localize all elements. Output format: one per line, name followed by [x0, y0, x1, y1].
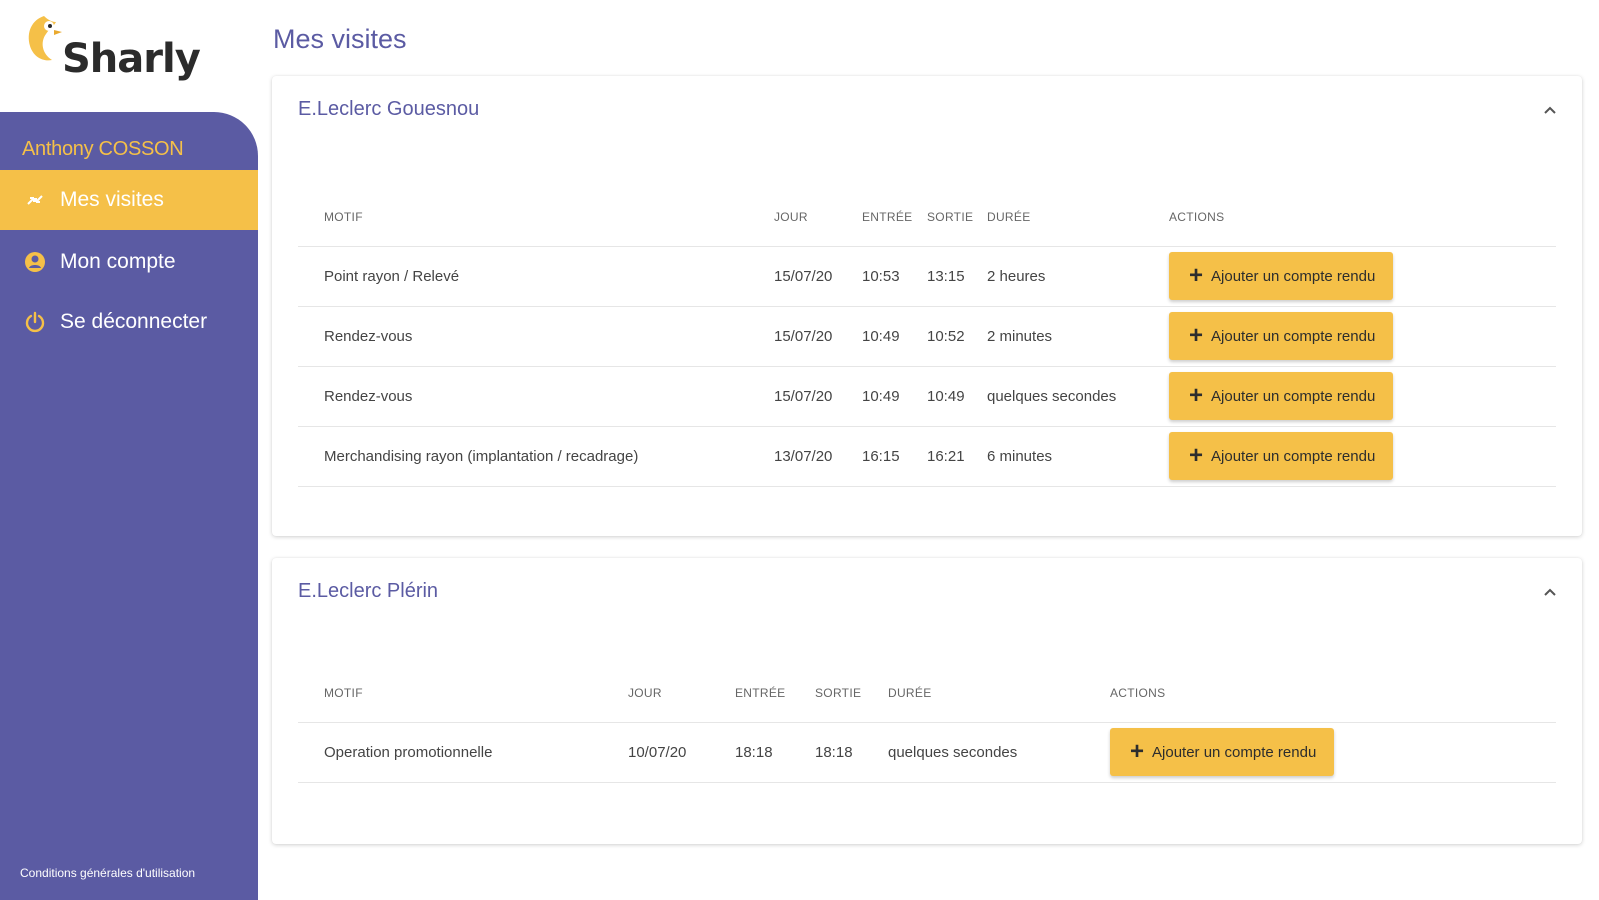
power-icon — [24, 311, 46, 333]
cell-duree: 2 minutes — [987, 306, 1169, 367]
column-header-entree: Entrée — [735, 664, 815, 723]
cell-jour: 10/07/20 — [628, 722, 735, 783]
add-report-label: Ajouter un compte rendu — [1152, 743, 1317, 761]
cell-motif: Point rayon / Relevé — [298, 246, 774, 307]
cell-sortie: 16:21 — [927, 426, 987, 487]
column-header-jour: Jour — [774, 188, 862, 247]
add-report-label: Ajouter un compte rendu — [1211, 387, 1376, 405]
cell-motif: Rendez-vous — [298, 366, 774, 427]
store-panel: E.Leclerc Plérin Motif Jour Entrée Sorti… — [272, 558, 1582, 844]
add-report-button[interactable]: + Ajouter un compte rendu — [1169, 432, 1394, 480]
visits-table: Motif Jour Entrée Sortie Durée Actions O… — [298, 664, 1556, 783]
app-root: Sharly Anthony COSSON Mes visites Mon co… — [0, 0, 1599, 900]
sidebar-item-se-deconnecter[interactable]: Se déconnecter — [0, 292, 258, 352]
cell-duree: 6 minutes — [987, 426, 1169, 487]
cell-sortie: 13:15 — [927, 246, 987, 307]
add-report-label: Ajouter un compte rendu — [1211, 447, 1376, 465]
cell-entree: 16:15 — [862, 426, 927, 487]
table-header-row: Motif Jour Entrée Sortie Durée Actions — [298, 664, 1556, 723]
column-header-sortie: Sortie — [815, 664, 888, 723]
cell-jour: 13/07/20 — [774, 426, 862, 487]
sidebar-item-label: Mon compte — [60, 250, 176, 273]
logo-text: Sharly — [62, 36, 201, 82]
sharly-bird-icon — [28, 16, 62, 61]
table-row: Rendez-vous 15/07/20 10:49 10:52 2 minut… — [298, 306, 1556, 367]
terms-link[interactable]: Conditions générales d'utilisation — [20, 866, 195, 880]
plus-icon: + — [1189, 262, 1204, 289]
table-row: Merchandising rayon (implantation / reca… — [298, 426, 1556, 487]
add-report-button[interactable]: + Ajouter un compte rendu — [1169, 252, 1394, 300]
column-header-duree: Durée — [888, 664, 1110, 723]
cell-sortie: 10:52 — [927, 306, 987, 367]
cell-actions: + Ajouter un compte rendu — [1169, 306, 1556, 367]
add-report-label: Ajouter un compte rendu — [1211, 267, 1376, 285]
cell-actions: + Ajouter un compte rendu — [1169, 246, 1556, 307]
cell-entree: 18:18 — [735, 722, 815, 783]
column-header-sortie: Sortie — [927, 188, 987, 247]
plus-icon: + — [1189, 322, 1204, 349]
add-report-label: Ajouter un compte rendu — [1211, 327, 1376, 345]
sidebar: Sharly Anthony COSSON Mes visites Mon co… — [0, 0, 258, 900]
collapse-button[interactable] — [1540, 100, 1560, 120]
cell-entree: 10:49 — [862, 306, 927, 367]
store-name: E.Leclerc Gouesnou — [298, 98, 480, 120]
swap-icon — [24, 189, 46, 211]
cell-entree: 10:49 — [862, 366, 927, 427]
cell-actions: + Ajouter un compte rendu — [1169, 366, 1556, 427]
cell-actions: + Ajouter un compte rendu — [1110, 722, 1556, 783]
store-name: E.Leclerc Plérin — [298, 580, 439, 602]
user-name: Anthony COSSON — [22, 138, 184, 160]
cell-jour: 15/07/20 — [774, 246, 862, 307]
table-row: Operation promotionnelle 10/07/20 18:18 … — [298, 722, 1556, 783]
cell-duree: quelques secondes — [987, 366, 1169, 427]
column-header-duree: Durée — [987, 188, 1169, 247]
add-report-button[interactable]: + Ajouter un compte rendu — [1110, 728, 1335, 776]
collapse-button[interactable] — [1540, 582, 1560, 602]
column-header-jour: Jour — [628, 664, 735, 723]
cell-jour: 15/07/20 — [774, 306, 862, 367]
column-header-motif: Motif — [298, 664, 628, 723]
cell-sortie: 10:49 — [927, 366, 987, 427]
account-icon — [24, 251, 46, 273]
page-title: Mes visites — [273, 24, 407, 54]
cell-sortie: 18:18 — [815, 722, 888, 783]
cell-jour: 15/07/20 — [774, 366, 862, 427]
sidebar-item-label: Mes visites — [60, 188, 164, 211]
plus-icon: + — [1189, 442, 1204, 469]
cell-motif: Merchandising rayon (implantation / reca… — [298, 426, 774, 487]
cell-motif: Operation promotionnelle — [298, 722, 628, 783]
column-header-motif: Motif — [298, 188, 774, 247]
visits-table: Motif Jour Entrée Sortie Durée Actions P… — [298, 188, 1556, 487]
column-header-actions: Actions — [1110, 664, 1556, 723]
store-panel: E.Leclerc Gouesnou Motif Jour Entrée Sor… — [272, 76, 1582, 536]
cell-motif: Rendez-vous — [298, 306, 774, 367]
cell-duree: 2 heures — [987, 246, 1169, 307]
sidebar-item-label: Se déconnecter — [60, 310, 208, 333]
cell-entree: 10:53 — [862, 246, 927, 307]
plus-icon: + — [1130, 738, 1145, 765]
add-report-button[interactable]: + Ajouter un compte rendu — [1169, 372, 1394, 420]
chevron-up-icon — [1544, 588, 1556, 596]
table-header-row: Motif Jour Entrée Sortie Durée Actions — [298, 188, 1556, 247]
table-row: Point rayon / Relevé 15/07/20 10:53 13:1… — [298, 246, 1556, 307]
plus-icon: + — [1189, 382, 1204, 409]
add-report-button[interactable]: + Ajouter un compte rendu — [1169, 312, 1394, 360]
column-header-entree: Entrée — [862, 188, 927, 247]
sidebar-panel: Anthony COSSON Mes visites Mon compte Se… — [0, 112, 258, 900]
logo[interactable]: Sharly — [20, 8, 201, 98]
table-row: Rendez-vous 15/07/20 10:49 10:49 quelque… — [298, 366, 1556, 427]
cell-duree: quelques secondes — [888, 722, 1110, 783]
column-header-actions: Actions — [1169, 188, 1556, 247]
cell-actions: + Ajouter un compte rendu — [1169, 426, 1556, 487]
sidebar-item-mes-visites[interactable]: Mes visites — [0, 170, 258, 230]
chevron-up-icon — [1544, 106, 1556, 114]
sidebar-item-mon-compte[interactable]: Mon compte — [0, 232, 258, 292]
